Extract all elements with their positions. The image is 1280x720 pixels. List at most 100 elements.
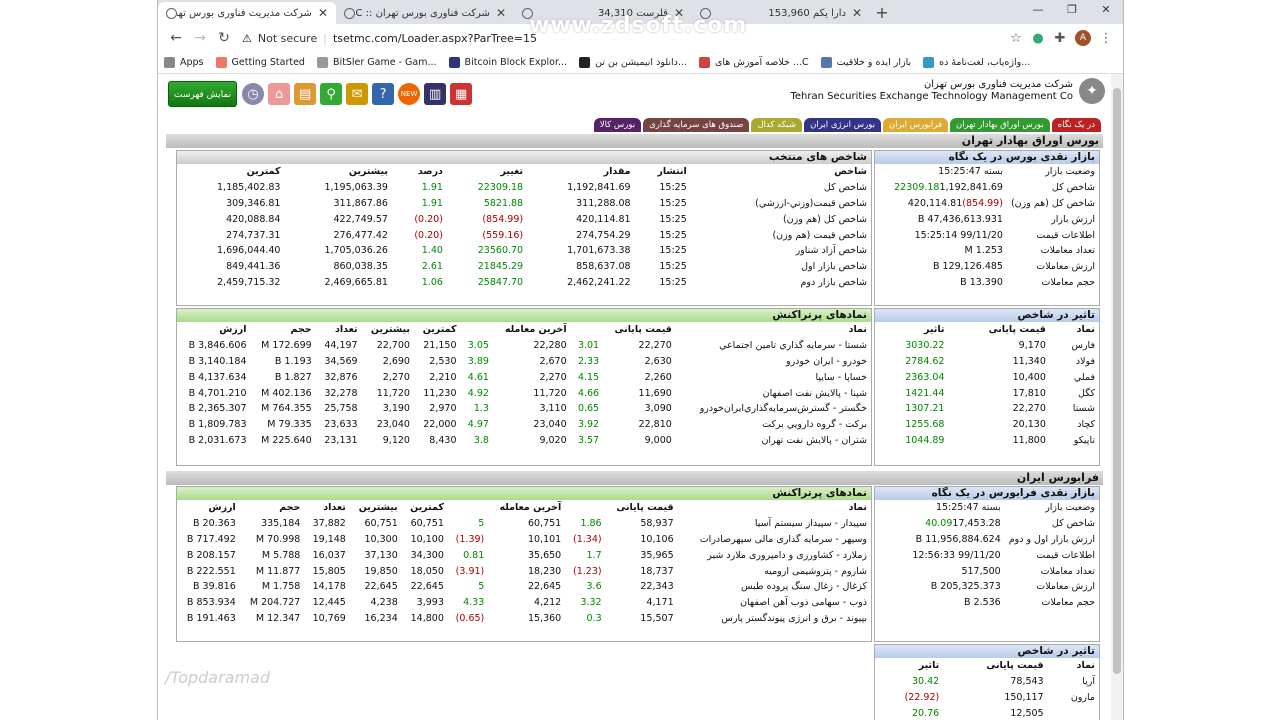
home-icon[interactable]: ⌂ [268, 83, 291, 105]
table-cell[interactable]: فملي [1050, 369, 1099, 385]
table-row[interactable]: شاخص بازار دوم 15:25 2,462,241.22 25847.70 1… [177, 275, 871, 291]
reload-icon[interactable]: ↻ [212, 30, 236, 46]
restore-icon[interactable]: ❐ [1055, 0, 1089, 20]
table-cell[interactable]: تاپیکو [1050, 433, 1099, 449]
menu-icon[interactable]: ⋮ [1095, 31, 1117, 46]
url-text[interactable]: tsetmc.com/Loader.aspx?ParTree=15 [333, 32, 537, 45]
table-row[interactable]: شاخص کل (هم وزن) 15:25 420,114.81 (854.99) (… [177, 211, 871, 227]
table-cell[interactable]: سپيدار - سپيداز سيستم آسيا [678, 516, 871, 532]
table-cell[interactable]: شستا [1050, 401, 1099, 417]
table-row[interactable]: شاخص کل 15:25 1,192,841.69 22309.18 1.91 1,19… [177, 180, 871, 196]
table-row[interactable]: شستا 22,270 1307.21 [875, 401, 1099, 417]
table-row[interactable]: کزغال - زغال سنگ پروده طبس 22,343 3.6 22,64… [177, 579, 871, 595]
table-cell[interactable] [1048, 705, 1099, 720]
table-cell[interactable]: کزغال - زغال سنگ پروده طبس [678, 579, 871, 595]
table-row[interactable]: شپنا - پالایش نفت اصفهان 11,690 4.66 11,720… [177, 385, 871, 401]
star-icon[interactable]: ☆ [1005, 31, 1027, 46]
bookmark-item[interactable]: دانلود انیمیشن بن تن... [579, 57, 687, 68]
table-row[interactable]: فملي 10,400 2363.04 [875, 369, 1099, 385]
table-cell[interactable]: ذوب - سهامی ذوب آهن اصفهان [678, 595, 871, 611]
table-row[interactable]: شتران - پالايش نفت تهران 9,000 3.57 9,020 3.… [177, 433, 871, 449]
table-row[interactable]: خساپا - سايپا 2,260 4.15 2,270 4.61 2,210 2,27… [177, 369, 871, 385]
table-row[interactable]: زملارد - کشاورزی و دامپروری ملارد شیر 35,… [177, 547, 871, 563]
nav-energy[interactable]: بورس انرژی ایران [804, 118, 881, 132]
table-row[interactable]: وسپهر - سرمایه گذاری مالی سپهرصادرات 10,1… [177, 532, 871, 548]
tab-2[interactable]: ✕ شرکت فناوری بورس تهران :: TSETMC. [336, 2, 514, 24]
nav-commodity[interactable]: بورس کالا [593, 118, 642, 132]
close-icon[interactable]: ✕ [318, 6, 328, 20]
extension-icon[interactable]: ● [1027, 31, 1049, 46]
table-cell[interactable]: خودرو - ايران خودرو [676, 354, 871, 370]
table-row[interactable]: مارون 150,117 (22.92) [875, 690, 1099, 706]
bookmark-item[interactable]: خلاصه آموزش های ...C [698, 57, 809, 68]
table-row[interactable]: شاخص بازار اول 15:25 858,637.08 21845.29 2.6… [177, 259, 871, 275]
table-cell[interactable]: وسپهر - سرمایه گذاری مالی سپهرصادرات [678, 532, 871, 548]
table-cell[interactable]: فارس [1050, 338, 1099, 354]
message-icon[interactable]: ✉ [346, 83, 369, 105]
clock-icon[interactable]: ◷ [242, 83, 265, 105]
nav-funds[interactable]: صندوق های سرمایه گذاری [643, 118, 750, 132]
table-row[interactable]: سپيدار - سپيداز سيستم آسيا 58,937 1.86 60,7… [177, 516, 871, 532]
bookmark-item[interactable]: BitSler Game - Gam... [316, 57, 437, 68]
puzzle-icon[interactable]: ✚ [1049, 31, 1071, 46]
bookmark-item[interactable]: بازار ایده و خلاقیت [820, 57, 911, 68]
table-row[interactable]: شاخص قیمت (هم وزن) 15:25 274,754.29 (559.16… [177, 227, 871, 243]
table-cell[interactable]: شپنا - پالایش نفت اصفهان [676, 385, 871, 401]
table-cell[interactable]: برکت - گروه دارويي بركت [676, 417, 871, 433]
avatar[interactable]: A [1075, 30, 1091, 46]
bookmark-item[interactable]: Bitcoin Block Explor... [448, 57, 567, 68]
table-row[interactable]: خگستر - گسترش‌سرمايه‌گذاري‌ايران‌خودرو 3,… [177, 401, 871, 417]
forward-icon[interactable]: → [188, 30, 212, 46]
back-icon[interactable]: ← [164, 30, 188, 46]
table-cell[interactable]: كگل [1050, 385, 1099, 401]
nav-glance[interactable]: در یک نگاه [1051, 118, 1101, 132]
table-row[interactable]: فارس 9,170 3030.22 [875, 338, 1099, 354]
show-list-button[interactable]: نمایش فهرست [168, 81, 238, 107]
nav-codal[interactable]: شبکه کدال [751, 118, 803, 132]
table-row[interactable]: شاخص قیمت(وزني-ارزشي) 15:25 311,288.08 5821… [177, 196, 871, 212]
table-row[interactable]: فولاد 11,340 2784.62 [875, 354, 1099, 370]
scrollbar-thumb[interactable] [1113, 88, 1121, 674]
table-cell[interactable]: بپيوند - برق و انرژی پیوندگستر پارس [678, 611, 871, 627]
chart-icon[interactable]: ▥ [424, 83, 447, 105]
close-window-icon[interactable]: ✕ [1089, 0, 1123, 20]
new-tab-button[interactable]: + [870, 2, 894, 24]
table-row[interactable]: ذوب - سهامی ذوب آهن اصفهان 4,171 3.32 4,212… [177, 595, 871, 611]
table-row[interactable]: 12,505 20.76 [875, 705, 1099, 720]
table-row[interactable]: برکت - گروه دارويي بركت 22,810 3.92 23,040 4… [177, 417, 871, 433]
help-icon[interactable]: ? [372, 83, 395, 105]
bookmark-item[interactable]: واژه‌یاب، لغت‌نامهٔ ده... [923, 57, 1030, 68]
table-cell[interactable]: خگستر - گسترش‌سرمايه‌گذاري‌ايران‌خودرو [676, 401, 871, 417]
table-cell[interactable]: کچاد [1050, 417, 1099, 433]
table-row[interactable]: كگل 17,810 1421.44 [875, 385, 1099, 401]
table-icon[interactable]: ▤ [294, 83, 317, 105]
close-icon[interactable]: ✕ [496, 6, 506, 20]
search-icon[interactable]: ⚲ [320, 83, 343, 105]
table-cell[interactable]: آریا [1048, 674, 1099, 690]
table-row[interactable]: شستا - سرمايه گذاري تامين اجتماعي 22,270 3… [177, 338, 871, 354]
table-cell[interactable]: شتران - پالايش نفت تهران [676, 433, 871, 449]
close-icon[interactable]: ✕ [852, 6, 862, 20]
table-cell[interactable]: شستا - سرمايه گذاري تامين اجتماعي [676, 338, 871, 354]
table-cell[interactable]: فولاد [1050, 354, 1099, 370]
table-row[interactable]: تاپیکو 11,800 1044.89 [875, 433, 1099, 449]
tab-1[interactable]: ✕ شرکت مدیریت فناوری بورس تهران :: TSETMC… [158, 2, 336, 24]
table-row[interactable]: آریا 78,543 30.42 [875, 674, 1099, 690]
nav-ifb[interactable]: فرابورس ایران [882, 118, 949, 132]
table-cell[interactable]: زملارد - کشاورزی و دامپروری ملارد شیر [678, 547, 871, 563]
new-icon[interactable]: NEW [398, 83, 421, 105]
table-cell[interactable]: مارون [1048, 690, 1099, 706]
table-cell[interactable]: خساپا - سايپا [676, 369, 871, 385]
table-row[interactable]: شاخص آزاد شناور 15:25 1,701,673.38 23560.70… [177, 243, 871, 259]
table-cell[interactable]: شاروم - پتروشیمی ارومیه [678, 563, 871, 579]
table-row[interactable]: کچاد 20,130 1255.68 [875, 417, 1099, 433]
minimize-icon[interactable]: — [1021, 0, 1055, 20]
page-scrollbar[interactable] [1111, 74, 1123, 720]
table-row[interactable]: بپيوند - برق و انرژی پیوندگستر پارس 15,50… [177, 611, 871, 627]
nav-tse[interactable]: بورس اوراق بهادار تهران [950, 118, 1050, 132]
table-row[interactable]: شاروم - پتروشیمی ارومیه 18,737 (1.23) 18,23… [177, 563, 871, 579]
bookmark-apps[interactable]: Apps [164, 57, 204, 68]
grid-icon[interactable]: ▦ [450, 83, 473, 105]
bookmark-item[interactable]: Getting Started [215, 57, 305, 68]
table-row[interactable]: خودرو - ايران خودرو 2,630 2.33 2,670 3.89 2,5… [177, 354, 871, 370]
